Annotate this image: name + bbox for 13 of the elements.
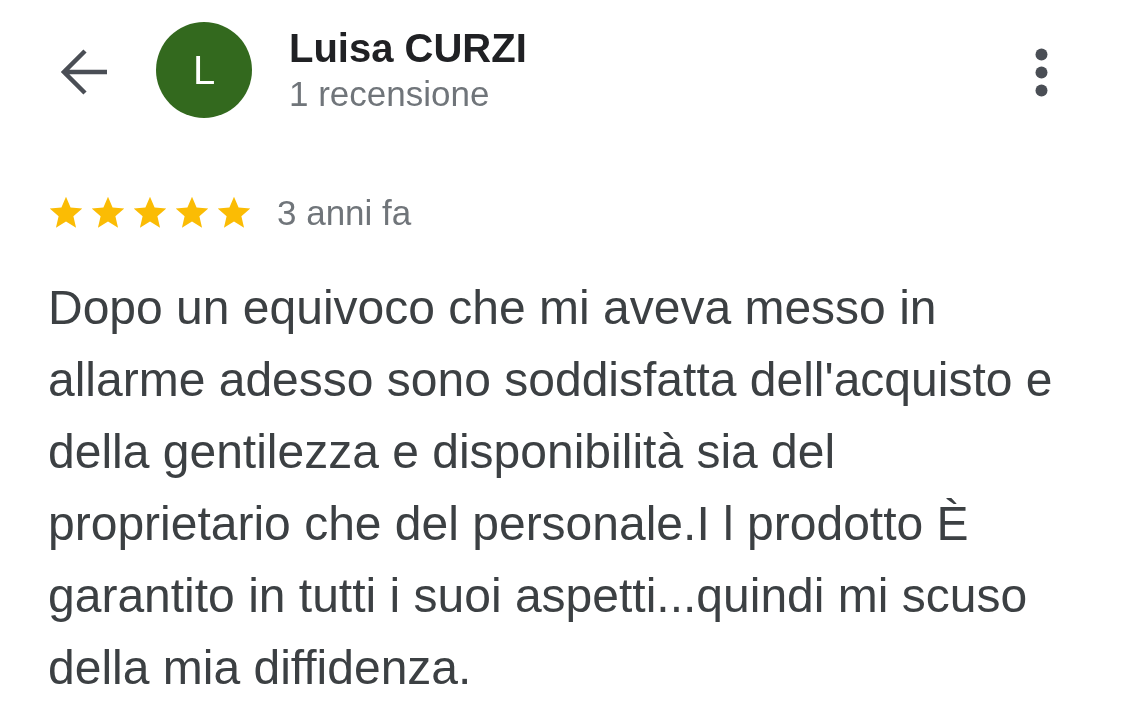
- star-icon: [174, 196, 210, 230]
- star-icon: [48, 196, 84, 230]
- back-button[interactable]: [60, 48, 108, 96]
- avatar-letter: L: [156, 22, 252, 118]
- star-icon: [132, 196, 168, 230]
- reviewer-name: Luisa CURZI: [289, 25, 528, 72]
- review-text: Dopo un equivoco che mi aveva messo in allarme adesso sono soddisfatta dell'acquisto e della gentilezza e disponibilità sia del proprietario che del personale.I l prodotto È garantito in tutti i suoi aspetti...quindi mi scuso della mia diffidenza.: [48, 280, 1054, 696]
- star-icon: [216, 196, 252, 230]
- back-arrow-icon: [60, 49, 108, 95]
- review-time: 3 anni fa: [277, 193, 412, 233]
- review-count: 1 recensione: [289, 73, 491, 115]
- star-icon: [90, 196, 126, 230]
- more-vertical-icon: [1034, 47, 1048, 97]
